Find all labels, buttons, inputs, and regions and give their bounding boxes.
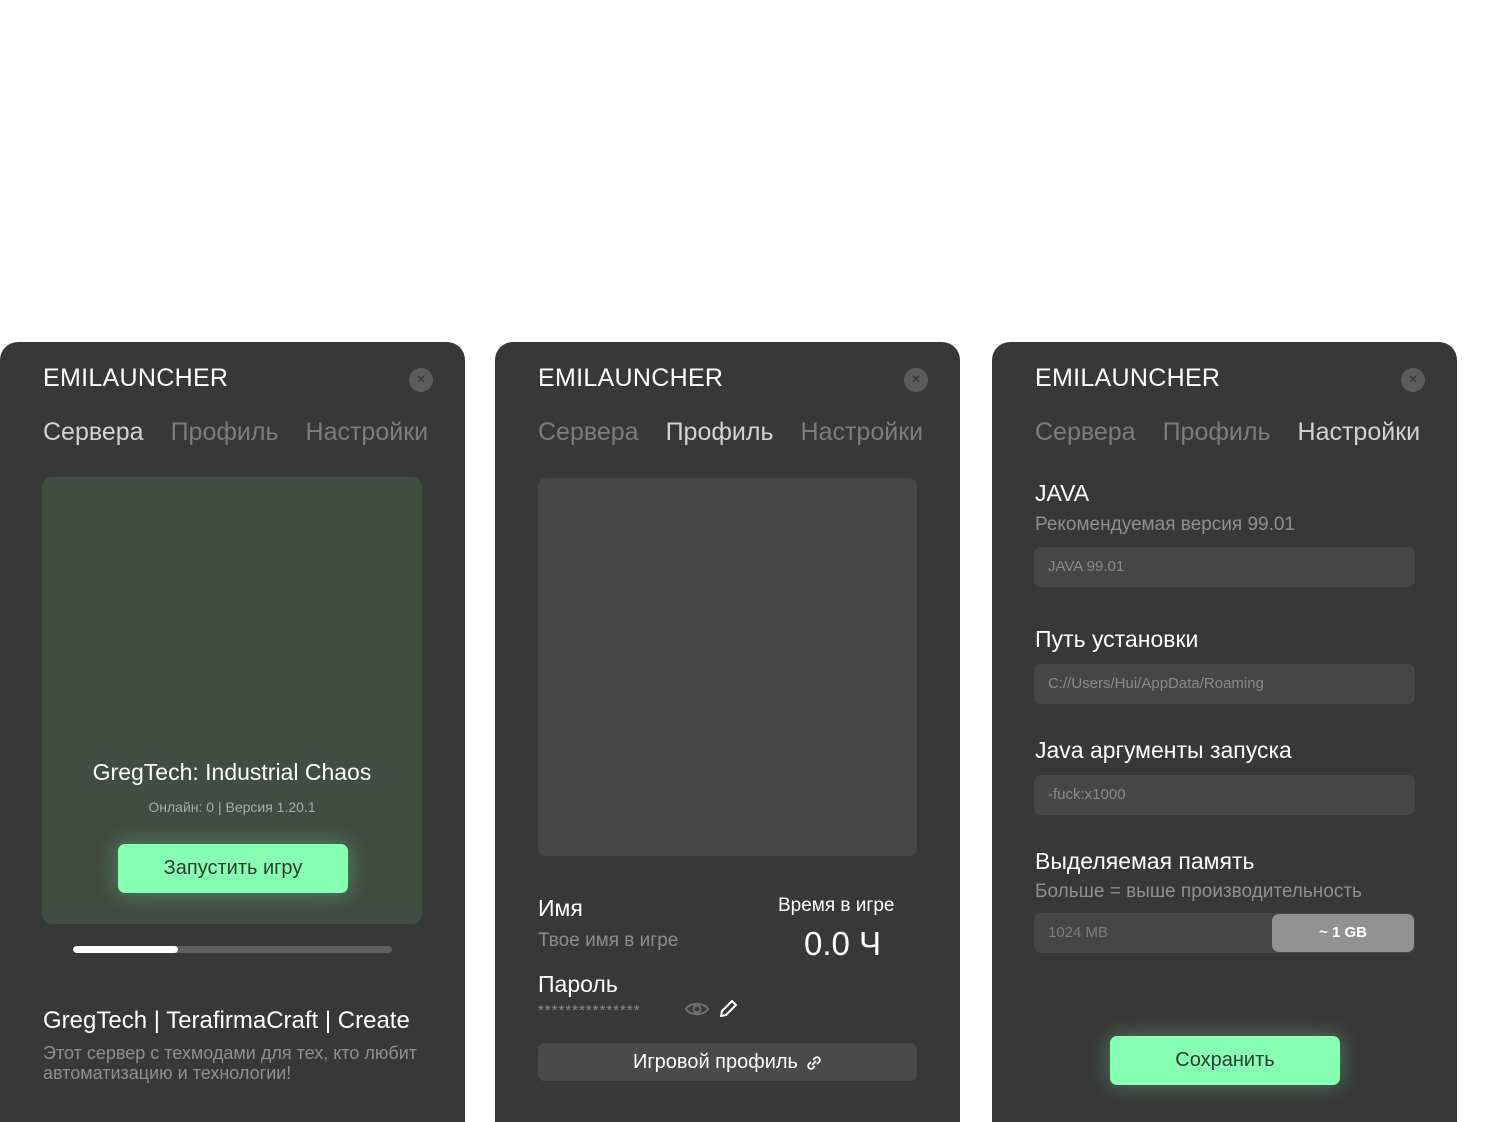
java-title: JAVA xyxy=(1035,480,1090,506)
close-icon[interactable]: × xyxy=(1401,368,1425,392)
tab-settings[interactable]: Настройки xyxy=(306,418,429,447)
tab-profile[interactable]: Профиль xyxy=(1163,418,1271,447)
java-args-title: Java аргументы запуска xyxy=(1035,737,1292,763)
memory-slider[interactable]: 1024 MB ~ 1 GB xyxy=(1034,913,1415,953)
tab-servers[interactable]: Сервера xyxy=(1035,418,1136,447)
memory-title: Выделяемая память xyxy=(1035,848,1255,874)
carousel-progress[interactable] xyxy=(73,946,392,953)
server-status: Онлайн: 0 | Версия 1.20.1 xyxy=(148,799,316,815)
profile-panel: EMILAUNCHER × Сервера Профиль Настройки … xyxy=(495,342,960,1122)
launch-game-button[interactable]: Запустить игру xyxy=(118,844,348,893)
game-profile-label: Игровой профиль xyxy=(633,1051,798,1073)
server-name: GregTech: Industrial Chaos xyxy=(92,759,372,785)
memory-hint: Больше = выше производительность xyxy=(1035,881,1362,902)
app-title: EMILAUNCHER xyxy=(43,364,229,392)
playtime-value: 0.0 Ч xyxy=(804,925,882,962)
app-title: EMILAUNCHER xyxy=(1035,364,1221,392)
name-label: Имя xyxy=(538,895,583,921)
pencil-icon[interactable] xyxy=(717,998,739,1020)
name-field[interactable]: Твое имя в игре xyxy=(538,930,678,952)
tab-bar: Сервера Профиль Настройки xyxy=(1035,418,1420,447)
install-path-title: Путь установки xyxy=(1035,626,1199,652)
tab-profile[interactable]: Профиль xyxy=(171,418,279,447)
settings-panel: EMILAUNCHER × Сервера Профиль Настройки … xyxy=(992,342,1457,1122)
carousel-progress-fill xyxy=(73,946,179,953)
memory-slider-thumb[interactable]: ~ 1 GB xyxy=(1272,914,1414,952)
tab-bar: Сервера Профиль Настройки xyxy=(538,418,923,447)
tab-profile[interactable]: Профиль xyxy=(666,418,774,447)
memory-value: 1024 MB xyxy=(1048,924,1109,941)
password-field[interactable]: *************** xyxy=(538,1002,641,1019)
close-icon[interactable]: × xyxy=(904,368,928,392)
eye-icon[interactable] xyxy=(684,998,710,1020)
servers-panel: EMILAUNCHER × Сервера Профиль Настройки … xyxy=(0,342,465,1122)
game-profile-button[interactable]: Игровой профиль xyxy=(538,1043,917,1081)
app-title: EMILAUNCHER xyxy=(538,364,724,392)
tab-servers[interactable]: Сервера xyxy=(43,418,144,447)
java-args-field[interactable]: -fuck:x1000 xyxy=(1034,775,1415,815)
save-button[interactable]: Сохранить xyxy=(1110,1036,1340,1085)
close-icon[interactable]: × xyxy=(409,368,433,392)
tab-bar: Сервера Профиль Настройки xyxy=(43,418,428,447)
tab-servers[interactable]: Сервера xyxy=(538,418,639,447)
tab-settings[interactable]: Настройки xyxy=(801,418,924,447)
playtime-label: Время в игре xyxy=(778,895,895,916)
link-icon xyxy=(807,1056,821,1070)
tab-settings[interactable]: Настройки xyxy=(1298,418,1421,447)
java-recommended: Рекомендуемая версия 99.01 xyxy=(1035,514,1295,535)
server-description-title: GregTech | TerafirmaCraft | Create xyxy=(43,1007,410,1034)
install-path-field[interactable]: C://Users/Hui/AppData/Roaming xyxy=(1034,664,1415,704)
server-description: Этот сервер с техмодами для тех, кто люб… xyxy=(43,1043,417,1083)
skin-preview xyxy=(538,478,917,856)
password-label: Пароль xyxy=(538,971,618,997)
java-version-field[interactable]: JAVA 99.01 xyxy=(1034,547,1415,587)
